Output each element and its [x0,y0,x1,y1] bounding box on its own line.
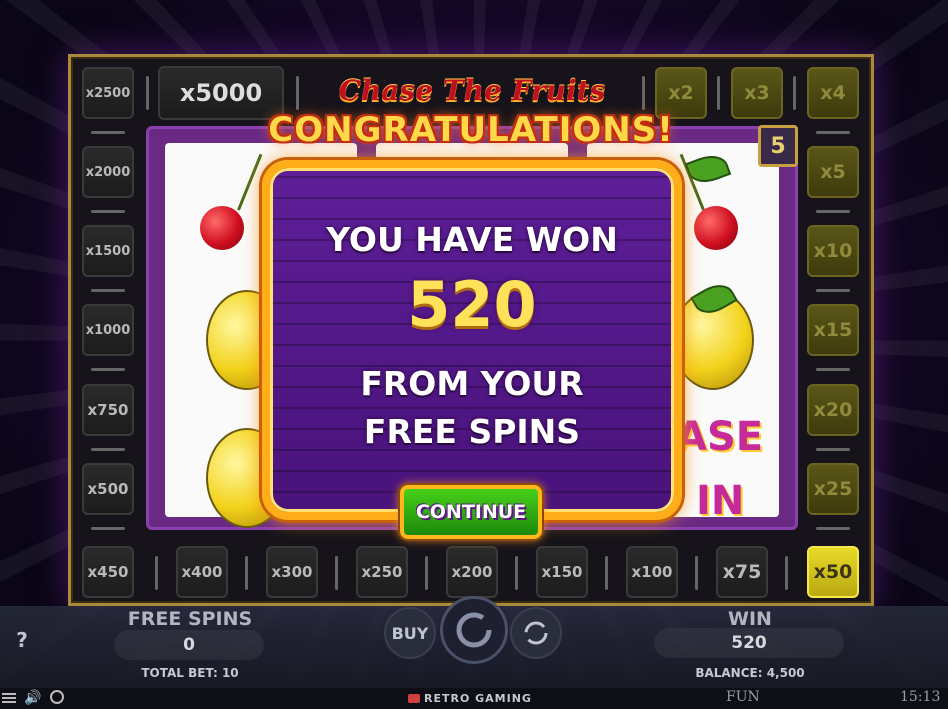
divider [146,76,149,110]
divider [155,556,158,590]
multiplier-cell-x300: x300 [266,546,318,598]
divider [785,556,788,590]
multiplier-cell-x75: x75 [716,546,768,598]
multiplier-cell-x200: x200 [446,546,498,598]
free-spins-value: 0 [114,630,264,660]
sound-icon[interactable]: 🔊 [24,690,41,706]
divider [91,527,125,530]
autoplay-icon [524,621,548,645]
menu-icon[interactable] [2,692,16,704]
multiplier-cell-x5: x5 [807,146,859,198]
clock: 15:13 [900,689,941,705]
divider [642,76,645,110]
cherry-icon [694,206,738,250]
divider [816,210,850,213]
free-spins-label: FREE SPINS [127,608,253,630]
play-mode: FUN [726,689,760,705]
divider [816,448,850,451]
popup-win-amount: 520 [407,268,537,341]
speed-icon[interactable] [50,690,64,704]
win-popup: YOU HAVE WON 520 FROM YOUR FREE SPINS [262,160,682,520]
multiplier-cell-x15: x15 [807,304,859,356]
multiplier-cell-x1000: x1000 [82,304,134,356]
multiplier-cell-x2000: x2000 [82,146,134,198]
win-value: 520 [654,628,844,658]
total-bet-text: TOTAL BET: 10 [141,666,239,680]
reel-logo-text-top: ASE [676,414,764,460]
multiplier-cell-x3: x3 [731,67,783,119]
autoplay-button[interactable] [510,607,562,659]
divider [245,556,248,590]
multiplier-cell-x150: x150 [536,546,588,598]
popup-congratulations-header: CONGRATULATIONS! [268,110,674,150]
divider [816,131,850,134]
popup-line-free-spins: FREE SPINS [363,412,581,451]
level-badge: 5 [758,125,798,167]
divider [717,76,720,110]
reel-logo-text-bottom: IN [696,478,745,524]
divider [425,556,428,590]
multiplier-cell-x20: x20 [807,384,859,436]
multiplier-cell-x25: x25 [807,463,859,515]
divider [91,368,125,371]
multiplier-cell-x2500: x2500 [82,67,134,119]
multiplier-cell-x50: x50 [807,546,859,598]
multiplier-cell-x400: x400 [176,546,228,598]
divider [816,289,850,292]
multiplier-cell-x450: x450 [82,546,134,598]
multiplier-cell-x500: x500 [82,463,134,515]
spin-button[interactable] [440,596,508,664]
divider [515,556,518,590]
brand-logo-icon [408,694,420,703]
cherry-icon [200,206,244,250]
win-label: WIN [728,608,772,630]
spin-icon [456,612,492,648]
multiplier-cell-x750: x750 [82,384,134,436]
game-title: Chase The Fruits [338,74,606,107]
divider [91,448,125,451]
popup-line-from-your: FROM YOUR [360,364,584,403]
multiplier-cell-x10: x10 [807,225,859,277]
divider [91,210,125,213]
continue-button[interactable]: CONTINUE [400,485,542,539]
divider [296,76,299,110]
divider [335,556,338,590]
divider [91,289,125,292]
divider [793,76,796,110]
help-button[interactable]: ? [8,626,36,654]
divider [816,527,850,530]
multiplier-cell-x1500: x1500 [82,225,134,277]
divider [816,368,850,371]
multiplier-cell-x100: x100 [626,546,678,598]
brand-name: RETRO GAMING [424,692,532,705]
buy-button[interactable]: BUY [384,607,436,659]
divider [91,131,125,134]
balance-text: BALANCE: 4,500 [695,666,805,680]
divider [695,556,698,590]
popup-line-you-have-won: YOU HAVE WON [326,220,618,259]
divider [605,556,608,590]
multiplier-cell-x4: x4 [807,67,859,119]
multiplier-cell-x250: x250 [356,546,408,598]
